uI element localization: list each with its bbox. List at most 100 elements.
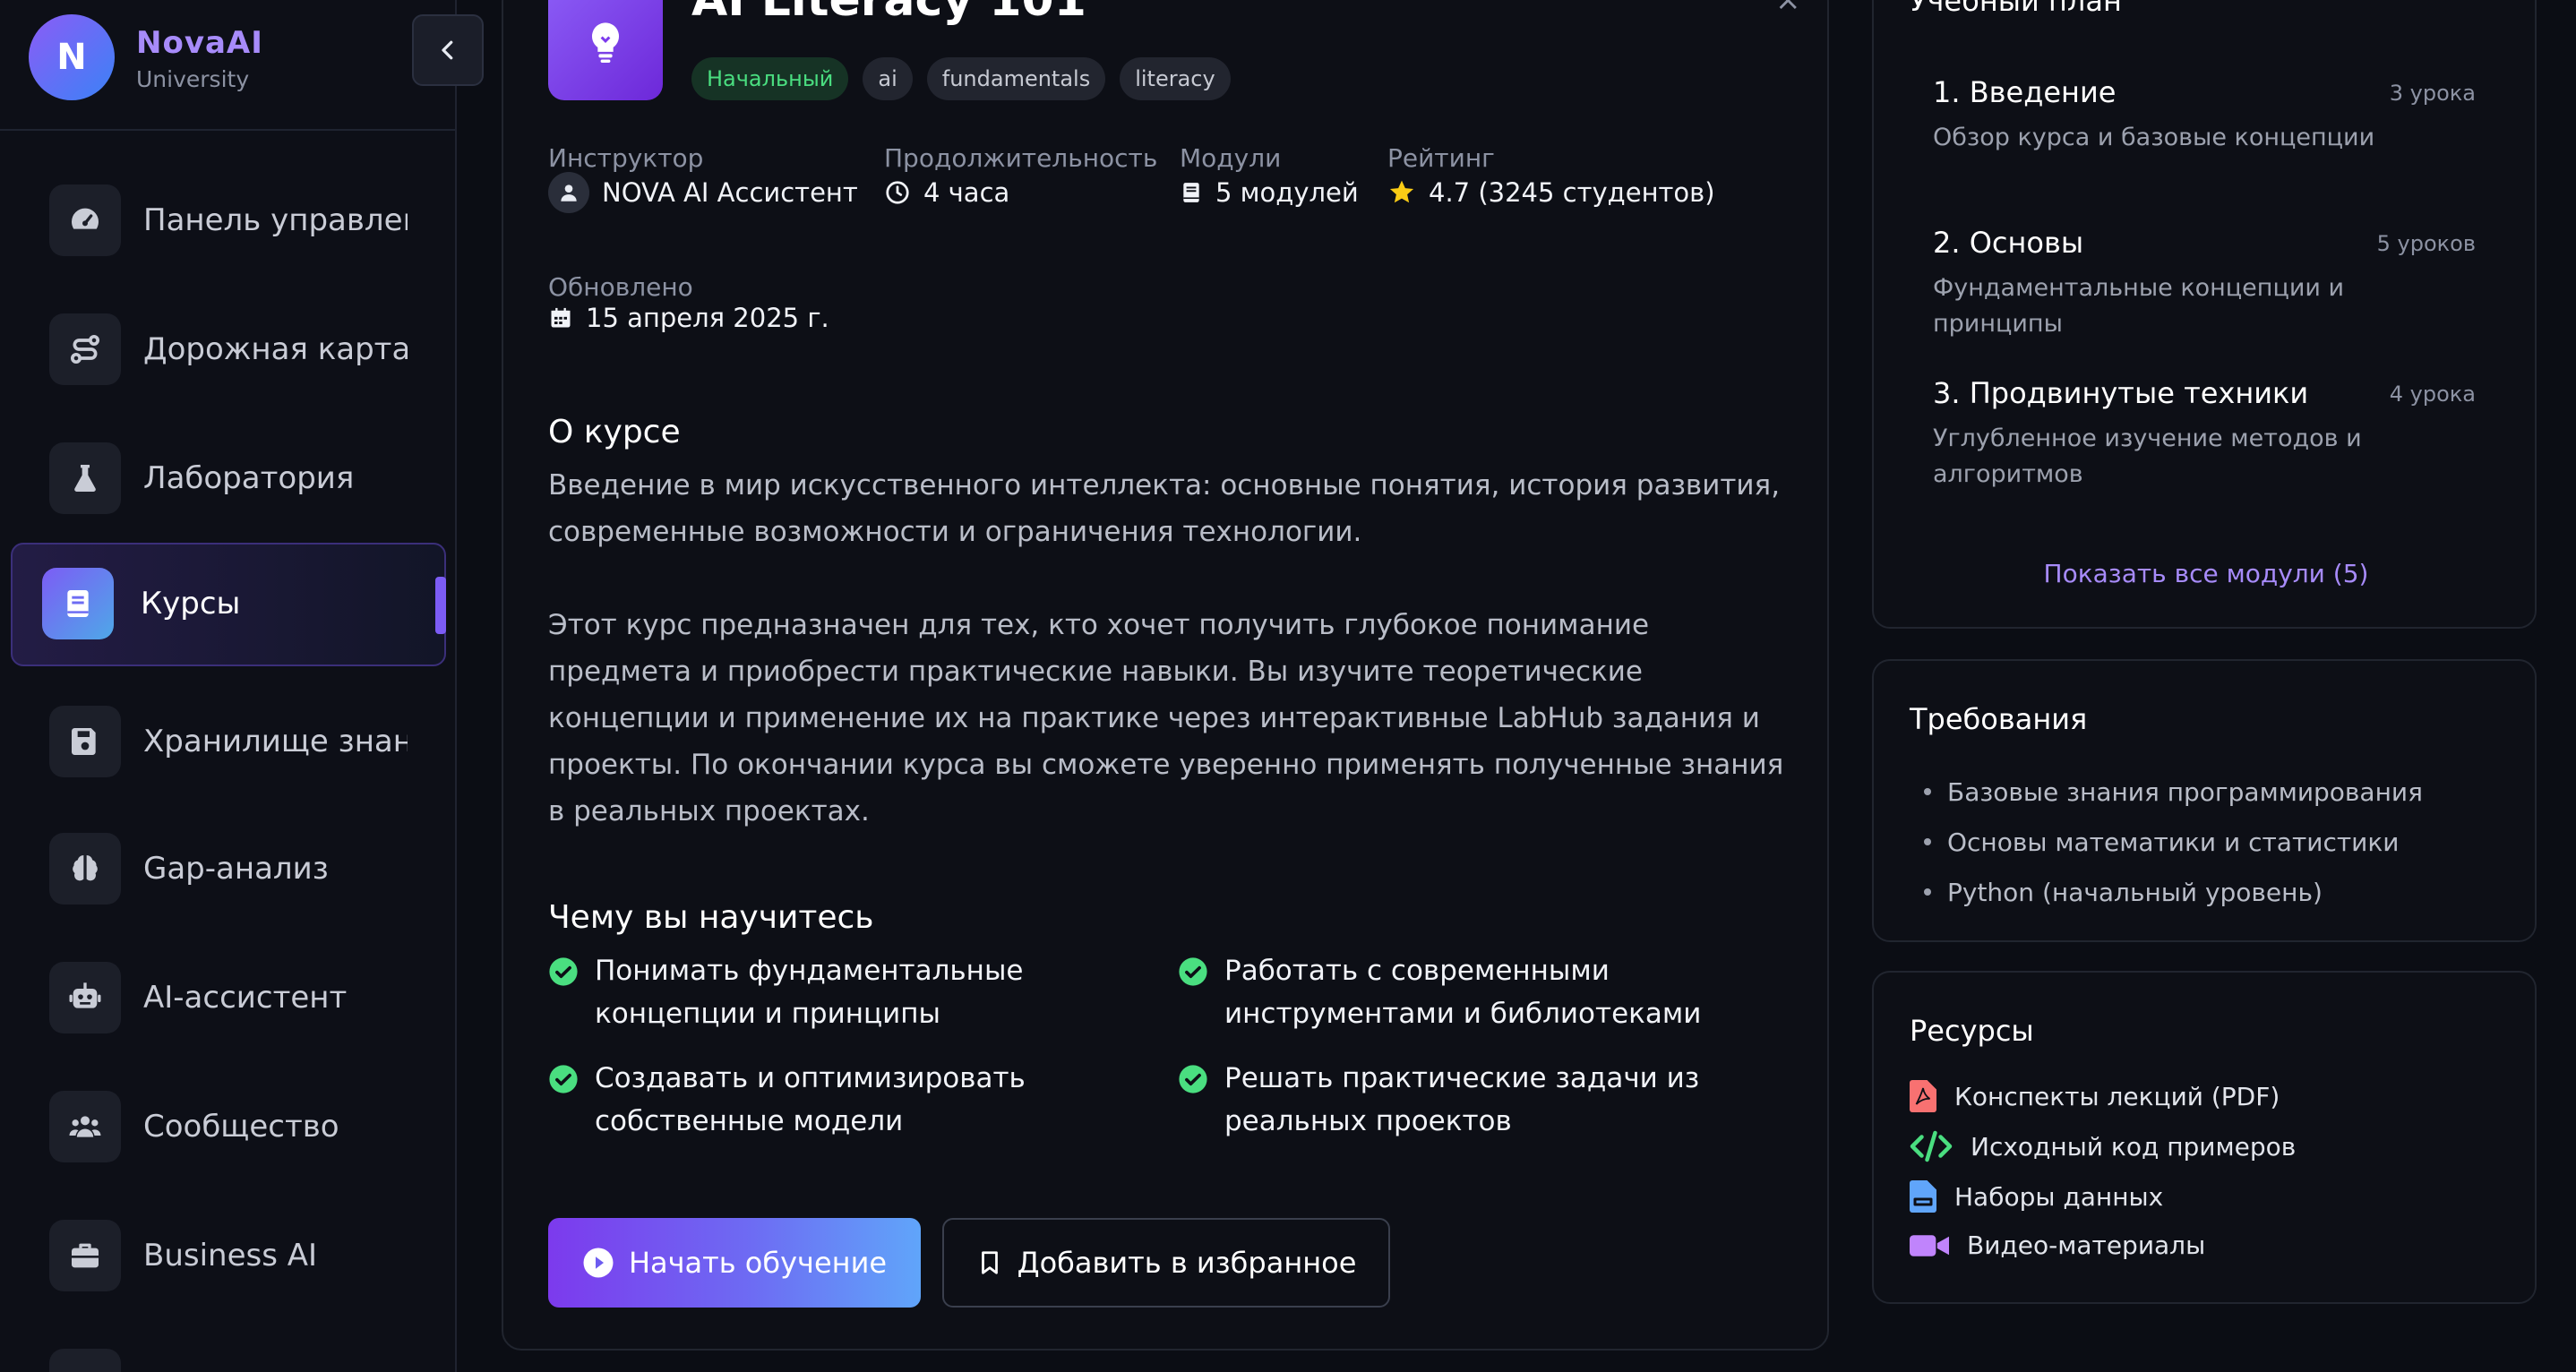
learn-text: Понимать фундаментальные концепции и при… [595, 955, 1024, 1030]
tag-list: Начальный ai fundamentals literacy [691, 57, 1231, 100]
updated-value: 15 апреля 2025 г. [548, 297, 829, 339]
flask-icon [49, 442, 121, 514]
video-icon [1910, 1234, 1949, 1256]
sidebar: N NovaAI University Панель управления До… [0, 0, 457, 1372]
resource-link[interactable]: Видео-материалы [1910, 1231, 2205, 1260]
requirements-title: Требования [1910, 702, 2088, 736]
calendar-icon [551, 307, 571, 328]
module-lesson-count: 3 урока [2389, 81, 2476, 106]
sidebar-item-lab[interactable]: Лаборатория [0, 416, 457, 532]
about-paragraph: Этот курс предназначен для тех, кто хоче… [548, 609, 1784, 827]
sidebar-item-label: AI-ассистент [143, 980, 348, 1016]
about-paragraph: Введение в мир искусственного интеллекта… [548, 469, 1781, 548]
rating-label: Рейтинг [1387, 143, 1495, 173]
robot-icon [49, 962, 121, 1033]
check-circle-icon [1179, 957, 1207, 986]
list-item: Базовые знания программирования [1924, 767, 2423, 817]
learn-item: Решать практические задачи из реальных п… [1178, 1057, 1751, 1143]
code-icon [1910, 1130, 1953, 1162]
rating-value: 4.7 (3245 студентов) [1387, 172, 1715, 213]
sidebar-item-dashboard[interactable]: Панель управления [0, 158, 457, 274]
level-badge: Начальный [691, 57, 849, 100]
sidebar-item-community[interactable]: Сообщество [0, 1064, 457, 1180]
bullet [1924, 838, 1931, 845]
sidebar-item-gap-analysis[interactable]: Gap-анализ [0, 806, 457, 922]
collapse-sidebar-button[interactable] [412, 14, 484, 86]
modules-value: 5 модулей [1180, 172, 1359, 213]
sidebar-item-more[interactable] [0, 1322, 457, 1372]
tag[interactable]: literacy [1120, 57, 1231, 100]
module-title[interactable]: 2. Основы [1933, 226, 2083, 260]
play-circle-icon [583, 1248, 614, 1278]
start-learning-button[interactable]: Начать обучение [548, 1218, 921, 1308]
sidebar-item-label: Панель управления [143, 202, 408, 238]
sidebar-item-courses[interactable]: Курсы [0, 543, 457, 666]
briefcase-icon [49, 1220, 121, 1291]
module-description: Углубленное изучение методов и алгоритмо… [1933, 424, 2362, 488]
tag[interactable]: ai [863, 57, 913, 100]
divider [0, 129, 457, 131]
csv-file-icon [1910, 1180, 1936, 1213]
duration-text: 4 часа [923, 177, 1010, 208]
resource-label: Исходный код примеров [1971, 1131, 2297, 1162]
add-to-favorites-button[interactable]: Добавить в избранное [942, 1218, 1390, 1308]
updated-text: 15 апреля 2025 г. [586, 303, 829, 333]
lightbulb-icon [548, 0, 663, 100]
sidebar-item-label: Сообщество [143, 1109, 339, 1145]
resource-label: Наборы данных [1954, 1181, 2164, 1212]
instructor-label: Инструктор [548, 143, 704, 173]
active-indicator [435, 577, 446, 634]
sidebar-item-business-ai[interactable]: Business AI [0, 1193, 457, 1309]
chevron-left-icon [442, 40, 453, 60]
brand-name: NovaAI [136, 25, 263, 61]
more-icon [49, 1349, 121, 1372]
curriculum-panel: Учебный план 1. Введение 3 урока Обзор к… [1872, 0, 2537, 629]
resource-label: Видео-материалы [1967, 1231, 2206, 1260]
learn-item: Работать с современными инструментами и … [1178, 949, 1751, 1035]
sidebar-item-label: Лаборатория [143, 460, 355, 496]
course-detail-card: AI Literacy 101 × Начальный ai fundament… [502, 0, 1829, 1351]
brand-avatar: N [29, 14, 115, 100]
duration-value: 4 часа [884, 172, 1009, 213]
show-all-modules-link[interactable]: Показать все модули (5) [1874, 559, 2538, 588]
users-icon [49, 1091, 121, 1162]
rating-text: 4.7 (3245 студентов) [1429, 177, 1715, 208]
user-icon [548, 172, 589, 213]
save-icon [49, 706, 121, 777]
instructor-value: NOVA AI Ассистент [548, 172, 858, 213]
duration-label: Продолжительность [884, 143, 1158, 173]
brain-icon [49, 833, 121, 905]
brand-subtitle: University [136, 66, 250, 92]
resource-link[interactable]: Наборы данных [1910, 1180, 2163, 1213]
check-circle-icon [549, 957, 578, 986]
resource-link[interactable]: Конспекты лекций (PDF) [1910, 1080, 2280, 1112]
sidebar-item-label: Курсы [141, 586, 241, 622]
bookmark-icon [981, 1251, 998, 1274]
resources-panel: Ресурсы Конспекты лекций (PDF) Исходный … [1872, 971, 2537, 1304]
brand: N NovaAI University [29, 14, 450, 102]
dashboard-icon [49, 184, 121, 256]
sidebar-item-knowledge-storage[interactable]: Хранилище знаний [0, 679, 457, 795]
bullet [1924, 888, 1931, 896]
resource-link[interactable]: Исходный код примеров [1910, 1130, 2296, 1162]
requirement-text: Python (начальный уровень) [1947, 877, 2323, 907]
tag[interactable]: fundamentals [926, 57, 1106, 100]
sidebar-item-roadmap[interactable]: Дорожная карта [0, 287, 457, 403]
module-description: Обзор курса и базовые концепции [1933, 124, 2375, 151]
about-heading: О курсе [548, 414, 681, 450]
sidebar-item-ai-assistant[interactable]: AI-ассистент [0, 935, 457, 1051]
sidebar-item-label: Хранилище знаний [143, 724, 408, 759]
check-circle-icon [1179, 1065, 1207, 1093]
clock-icon [886, 181, 909, 204]
module-lesson-count: 4 урока [2389, 382, 2476, 407]
resources-title: Ресурсы [1910, 1014, 2034, 1048]
module-title[interactable]: 3. Продвинутые техники [1933, 376, 2308, 410]
bullet [1924, 788, 1931, 795]
star-icon [1389, 180, 1414, 203]
module-title[interactable]: 1. Введение [1933, 75, 2116, 109]
sidebar-item-label: Gap-анализ [143, 851, 329, 887]
close-button[interactable]: × [1775, 0, 1801, 18]
sidebar-item-label: Business AI [143, 1238, 318, 1273]
requirement-text: Базовые знания программирования [1947, 776, 2423, 807]
learn-heading: Чему вы научитесь [548, 899, 874, 936]
